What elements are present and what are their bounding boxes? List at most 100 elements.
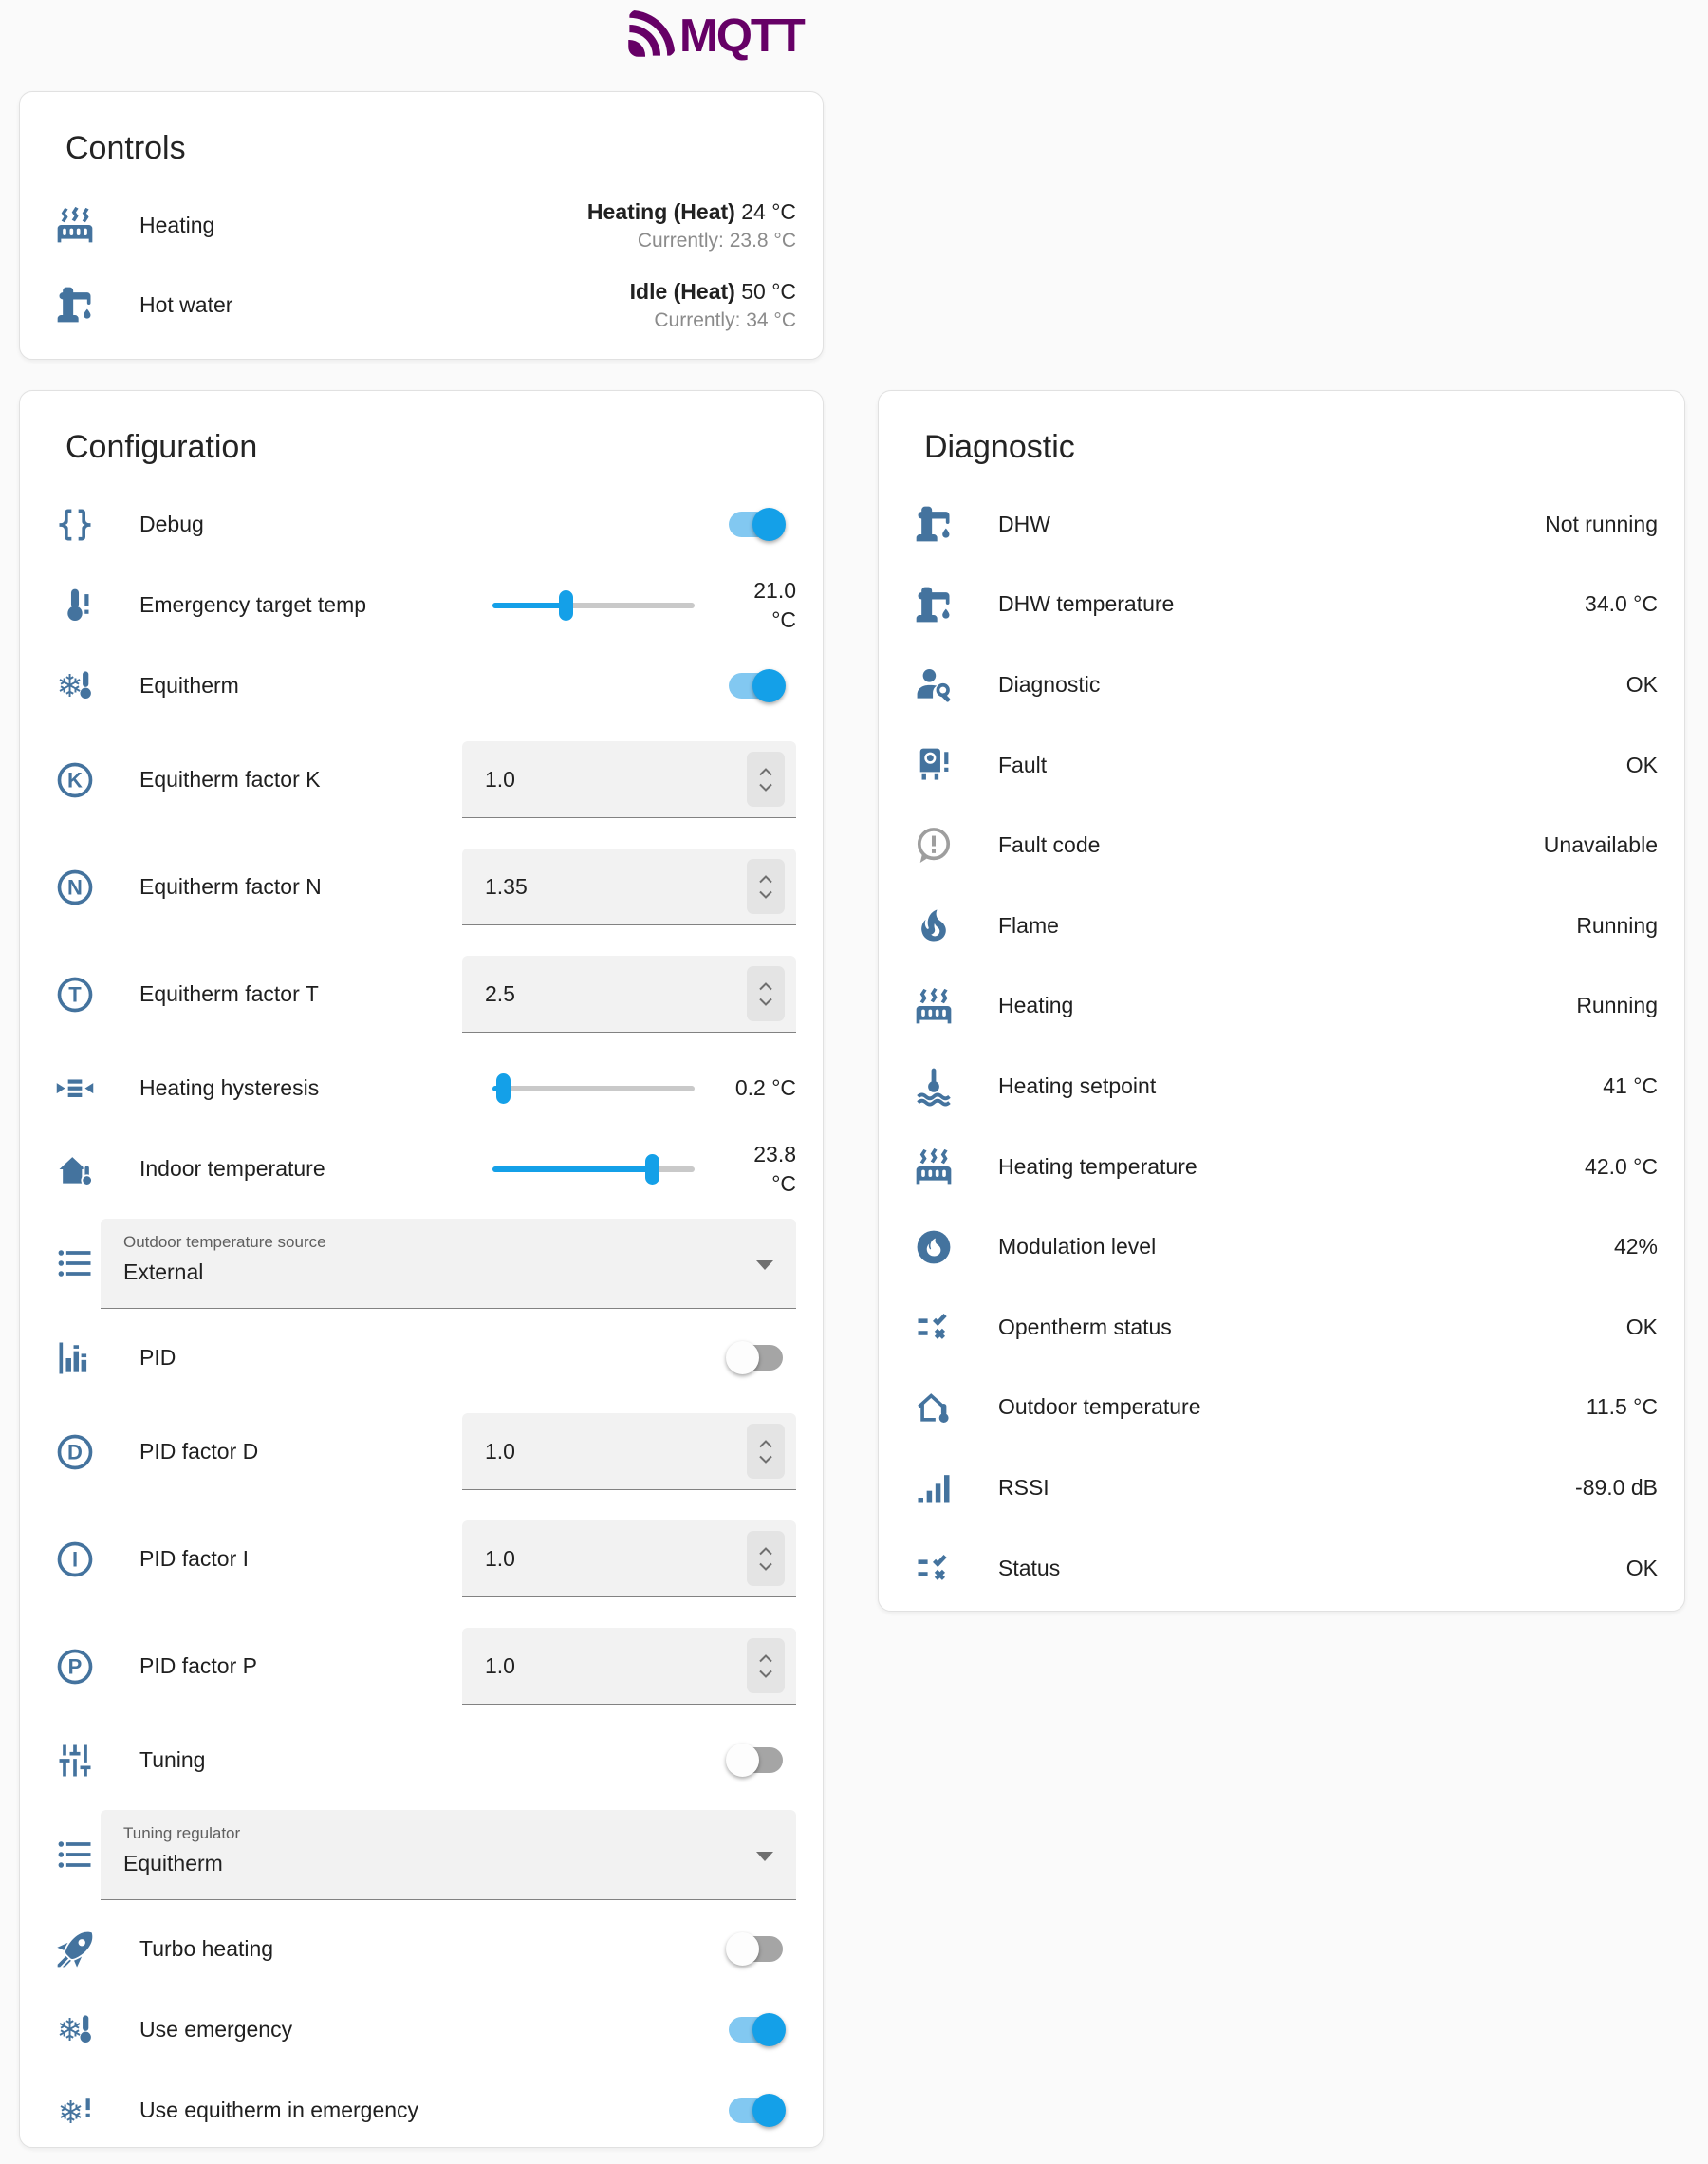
diagnostic-row-value: Not running xyxy=(1545,512,1658,537)
list-bulleted-icon xyxy=(54,1834,96,1875)
config-row-label: Debug xyxy=(139,512,204,537)
config-row-debug: Debug xyxy=(46,484,796,565)
radiator-icon xyxy=(913,1146,955,1187)
diagnostic-row-outdoor-temperature[interactable]: Outdoor temperature11.5 °C xyxy=(905,1368,1658,1448)
config-row-indoor-temperature: Indoor temperature 23.8°C xyxy=(46,1129,796,1209)
tune-vertical-icon xyxy=(54,1740,96,1782)
config-row-label: Tuning xyxy=(139,1747,205,1773)
diagnostic-row-modulation-level[interactable]: Modulation level42% xyxy=(905,1206,1658,1287)
diagnostic-row-label: Heating setpoint xyxy=(998,1073,1156,1099)
diagnostic-row-opentherm-status[interactable]: Opentherm statusOK xyxy=(905,1287,1658,1368)
diagnostic-row-value: OK xyxy=(1626,672,1658,698)
equitherm-factor-t-stepper[interactable] xyxy=(747,966,785,1021)
diagnostic-row-label: Fault xyxy=(998,753,1047,778)
use-emergency-toggle[interactable] xyxy=(729,2017,783,2043)
equitherm-factor-n-input[interactable]: 1.35 xyxy=(462,849,796,925)
diagnostic-row-value: -89.0 dB xyxy=(1575,1475,1658,1501)
diagnostic-card: Diagnostic DHWNot runningDHW temperature… xyxy=(878,390,1685,1612)
pid-factor-p-input[interactable]: 1.0 xyxy=(462,1628,796,1705)
diagnostic-row-heating[interactable]: HeatingRunning xyxy=(905,966,1658,1047)
mqtt-logo-icon xyxy=(626,8,678,64)
pid-factor-p-stepper[interactable] xyxy=(747,1638,785,1693)
pid-factor-i-stepper[interactable] xyxy=(747,1531,785,1586)
heating-hysteresis-slider[interactable] xyxy=(492,1073,695,1105)
config-row-tuning-regulator: Tuning regulatorEquitherm xyxy=(46,1800,796,1909)
slider-value: 21.0°C xyxy=(706,576,796,635)
equitherm-toggle[interactable] xyxy=(729,673,783,699)
diagnostic-row-flame[interactable]: FlameRunning xyxy=(905,886,1658,966)
diagnostic-row-value: 34.0 °C xyxy=(1585,591,1658,617)
diagnostic-row-label: RSSI xyxy=(998,1475,1049,1501)
number-value: 1.0 xyxy=(485,1653,747,1679)
emergency-target-temp-slider[interactable] xyxy=(492,589,695,622)
pid-toggle[interactable] xyxy=(729,1345,783,1371)
diagnostic-row-dhw[interactable]: DHWNot running xyxy=(905,484,1658,565)
equitherm-factor-t-input[interactable]: 2.5 xyxy=(462,956,796,1033)
tuning-toggle[interactable] xyxy=(729,1747,783,1773)
diagnostic-row-label: Modulation level xyxy=(998,1234,1156,1259)
select-floating-label: Outdoor temperature source xyxy=(123,1233,773,1252)
config-row-pid-factor-d: DPID factor D1.0 xyxy=(46,1398,796,1505)
pid-factor-d-stepper[interactable] xyxy=(747,1424,785,1479)
config-row-pid-factor-p: PPID factor P1.0 xyxy=(46,1613,796,1720)
mqtt-logo: MQTT xyxy=(626,8,804,64)
equitherm-factor-k-input[interactable]: 1.0 xyxy=(462,741,796,818)
config-row-emergency-target-temp: Emergency target temp21.0°C xyxy=(46,565,796,645)
diagnostic-row-fault-code[interactable]: Fault codeUnavailable xyxy=(905,805,1658,886)
fire-icon xyxy=(913,905,955,946)
diagnostic-row-label: Heating xyxy=(998,993,1073,1018)
config-row-pid-factor-i: IPID factor I1.0 xyxy=(46,1505,796,1613)
diagnostic-row-fault[interactable]: Fault OK xyxy=(905,725,1658,806)
debug-toggle[interactable] xyxy=(729,512,783,537)
comment-alert-icon xyxy=(913,825,955,867)
equitherm-factor-n-stepper[interactable] xyxy=(747,859,785,914)
tuning-regulator-select[interactable]: Tuning regulatorEquitherm xyxy=(101,1810,796,1900)
turbo-heating-toggle[interactable] xyxy=(729,1936,783,1962)
slider-value: 23.8°C xyxy=(706,1140,796,1199)
diagnostic-row-value: OK xyxy=(1626,753,1658,778)
diagnostic-row-dhw-temperature[interactable]: DHW temperature34.0 °C xyxy=(905,565,1658,645)
indoor-temperature-slider[interactable] xyxy=(492,1153,695,1185)
thermometer-alert-icon xyxy=(54,585,96,626)
diagnostic-row-label: Flame xyxy=(998,913,1059,939)
config-row-label: Turbo heating xyxy=(139,1936,273,1962)
config-row-label: Indoor temperature xyxy=(139,1156,325,1182)
svg-text:N: N xyxy=(67,875,83,899)
diagnostic-row-label: Status xyxy=(998,1556,1060,1581)
number-value: 1.0 xyxy=(485,1439,747,1464)
config-row-label: Use equitherm in emergency xyxy=(139,2098,418,2123)
svg-text:D: D xyxy=(67,1440,83,1464)
alpha-n-circle-icon: N xyxy=(54,867,96,908)
climate-state: Idle (Heat) 50 °CCurrently: 34 °C xyxy=(630,276,796,334)
pid-factor-i-input[interactable]: 1.0 xyxy=(462,1520,796,1597)
diagnostic-row-label: Heating temperature xyxy=(998,1154,1197,1180)
select-value: External xyxy=(123,1259,773,1285)
controls-row-heating[interactable]: HeatingHeating (Heat) 24 °CCurrently: 23… xyxy=(46,185,796,265)
pid-factor-d-input[interactable]: 1.0 xyxy=(462,1413,796,1490)
config-row-label: Equitherm factor K xyxy=(139,767,320,793)
config-row-label: Heating hysteresis xyxy=(139,1075,319,1101)
fire-circle-icon xyxy=(913,1226,955,1268)
equitherm-factor-k-stepper[interactable] xyxy=(747,752,785,807)
diagnostic-row-heating-temperature[interactable]: Heating temperature42.0 °C xyxy=(905,1127,1658,1207)
code-braces-icon xyxy=(54,504,96,546)
diagnostic-row-diagnostic[interactable]: DiagnosticOK xyxy=(905,644,1658,725)
controls-row-label: Hot water xyxy=(139,292,232,318)
outdoor-temperature-source-select[interactable]: Outdoor temperature source External xyxy=(101,1219,796,1309)
config-row-label: Equitherm xyxy=(139,673,239,699)
config-row-label: PID factor P xyxy=(139,1653,257,1679)
diagnostic-row-rssi[interactable]: RSSI -89.0 dB xyxy=(905,1447,1658,1528)
use-equitherm-in-emergency-toggle[interactable] xyxy=(729,2098,783,2123)
config-row-label: Use emergency xyxy=(139,2017,292,2043)
controls-row-hot-water[interactable]: Hot water Idle (Heat) 50 °CCurrently: 34 … xyxy=(46,265,796,345)
number-value: 2.5 xyxy=(485,981,747,1007)
diagnostic-row-heating-setpoint[interactable]: Heating setpoint41 °C xyxy=(905,1046,1658,1127)
water-boiler-alert-icon xyxy=(913,744,955,786)
account-wrench-icon xyxy=(913,663,955,705)
diagnostic-row-status[interactable]: StatusOK xyxy=(905,1528,1658,1609)
slider-value: 0.2 °C xyxy=(706,1073,796,1103)
svg-text:I: I xyxy=(72,1547,78,1571)
configuration-card-title: Configuration xyxy=(65,429,796,466)
svg-text:❄: ❄ xyxy=(57,2011,84,2048)
list-status-icon xyxy=(913,1306,955,1348)
